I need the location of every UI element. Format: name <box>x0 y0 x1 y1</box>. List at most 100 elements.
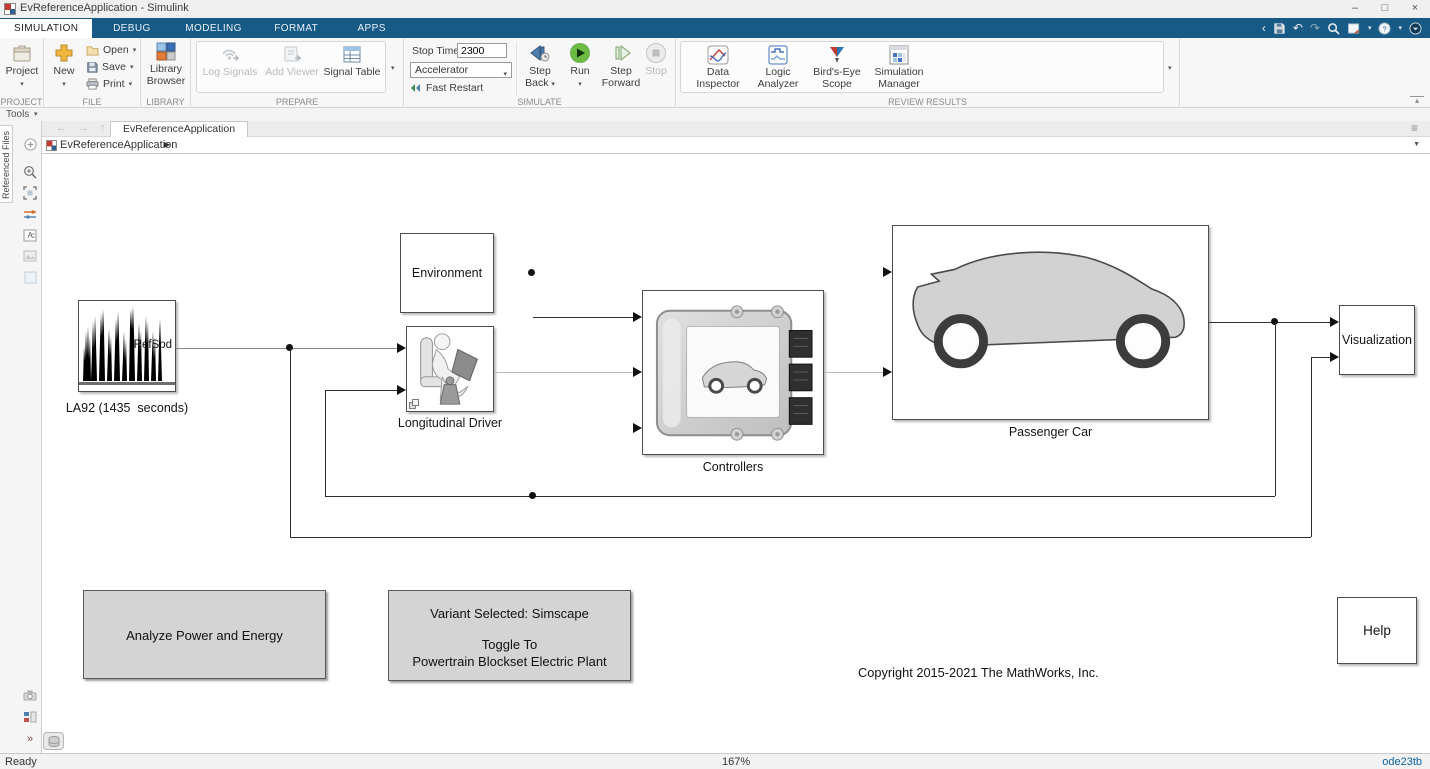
svg-text:?: ? <box>1383 24 1387 33</box>
qa-help-icon[interactable]: ? <box>1378 22 1391 35</box>
document-tab[interactable]: EvReferenceApplication <box>110 121 248 137</box>
status-solver[interactable]: ode23tb <box>1382 756 1422 768</box>
hide-explorer-bar-button[interactable] <box>21 135 39 153</box>
expand-tools-button[interactable]: » <box>21 730 39 748</box>
qa-undo-icon[interactable]: ↶ <box>1293 18 1303 38</box>
run-caret-icon: ▾ <box>578 81 582 88</box>
status-zoom[interactable]: 167% <box>722 756 750 768</box>
referenced-files-tab[interactable]: Referenced Files <box>0 125 13 203</box>
wire-refspd-feedback-v1 <box>290 348 291 537</box>
stop-button[interactable]: Stop <box>640 42 672 78</box>
group-label-file: FILE <box>44 97 140 107</box>
add-viewer-button[interactable]: Add Viewer <box>263 45 321 79</box>
annotation-tool-button[interactable]: A <box>21 226 39 244</box>
wire-car-feedback-h <box>325 496 1275 497</box>
tab-apps[interactable]: APPS <box>337 19 407 39</box>
drive-cycle-block[interactable]: RefSpd <box>78 300 176 392</box>
signal-table-button[interactable]: Signal Table <box>323 45 381 79</box>
controllers-block[interactable] <box>642 290 824 455</box>
circle-plus-icon <box>24 138 37 151</box>
passenger-car-block[interactable] <box>892 225 1209 420</box>
prepare-overflow-caret-icon[interactable]: ▾ <box>391 64 395 72</box>
simulation-mode-select[interactable]: Accelerator ▾ <box>410 62 512 78</box>
logic-analyzer-button[interactable]: Logic Analyzer <box>749 45 807 90</box>
qa-expand-left-icon[interactable]: ‹ <box>1262 18 1266 38</box>
save-button[interactable]: Save ▾ <box>86 61 133 73</box>
visualization-block[interactable]: Visualization <box>1339 305 1415 375</box>
svg-text:A: A <box>28 231 34 240</box>
step-forward-icon <box>610 42 632 64</box>
data-inspector-label: Data Inspector <box>696 66 739 90</box>
qa-new-window-icon[interactable] <box>1347 22 1361 35</box>
arrowhead <box>397 385 406 395</box>
wire-feedback-to-driver <box>325 390 397 391</box>
help-block[interactable]: Help <box>1337 597 1417 664</box>
environment-block[interactable]: Environment <box>400 233 494 313</box>
tab-debug[interactable]: DEBUG <box>97 19 167 39</box>
fast-restart-toggle[interactable]: Fast Restart <box>410 82 483 94</box>
step-back-button[interactable]: Step Back ▾ <box>520 42 560 90</box>
show-model-browser-button[interactable] <box>43 732 64 750</box>
chevrons-right-icon: » <box>27 733 33 745</box>
variant-line3: Powertrain Blockset Electric Plant <box>389 654 630 669</box>
controllers-label: Controllers <box>642 460 824 474</box>
model-browser-button[interactable] <box>21 708 39 726</box>
viewmark-button[interactable] <box>21 268 39 286</box>
step-forward-button[interactable]: Step Forward <box>600 42 642 89</box>
tab-modeling[interactable]: MODELING <box>171 19 256 39</box>
arrowhead <box>1330 352 1339 362</box>
qa-redo-icon[interactable]: ↷ <box>1310 18 1320 38</box>
group-label-prepare: PREPARE <box>191 97 403 107</box>
tools-label[interactable]: Tools <box>6 109 29 120</box>
tools-caret-icon[interactable]: ▾ <box>34 110 38 118</box>
data-inspector-icon <box>707 45 729 65</box>
analyze-power-energy-label: Analyze Power and Energy <box>126 628 283 643</box>
log-signals-button[interactable]: Log Signals <box>201 45 259 79</box>
birds-eye-scope-button[interactable]: Bird's-Eye Scope <box>808 45 866 90</box>
collapse-ribbon-icon[interactable]: ▴ <box>1410 96 1424 105</box>
project-icon <box>11 42 33 64</box>
stop-time-input[interactable] <box>457 43 507 58</box>
nav-back-icon[interactable]: ← <box>56 122 67 134</box>
review-overflow-caret-icon[interactable]: ▾ <box>1168 64 1172 72</box>
run-button[interactable]: Run ▾ <box>562 42 598 90</box>
qa-help-caret-icon[interactable]: ▾ <box>1398 24 1402 32</box>
zoom-tool-button[interactable] <box>21 163 39 181</box>
qa-new-window-caret-icon[interactable]: ▾ <box>1368 24 1372 32</box>
open-button[interactable]: Open ▾ <box>86 44 136 56</box>
arrowhead <box>397 343 406 353</box>
qa-community-icon[interactable] <box>1409 22 1422 35</box>
image-tool-button[interactable] <box>21 247 39 265</box>
minimize-icon[interactable]: – <box>1340 0 1370 18</box>
arrowhead <box>1330 317 1339 327</box>
fit-to-view-button[interactable] <box>21 184 39 202</box>
breadcrumb[interactable]: EvReferenceApplication <box>60 139 177 151</box>
tab-list-menu-icon[interactable]: ≡ <box>1411 121 1418 135</box>
qa-search-icon[interactable] <box>1327 22 1340 35</box>
compare-signals-button[interactable] <box>21 205 39 223</box>
simulink-window: EvReferenceApplication - Simulink – □ × … <box>0 0 1430 769</box>
breadcrumb-dropdown-icon[interactable]: ▼ <box>1413 141 1420 148</box>
nav-up-icon[interactable]: ↑ <box>100 122 106 134</box>
model-canvas[interactable]: RefSpd LA92 (1435 seconds) Environment L… <box>42 154 1430 753</box>
data-inspector-button[interactable]: Data Inspector <box>689 45 747 90</box>
project-button[interactable]: Project ▾ <box>3 42 41 90</box>
qa-save-icon[interactable] <box>1273 22 1286 35</box>
environment-branch-dot <box>528 269 535 276</box>
simulation-manager-button[interactable]: Simulation Manager <box>868 45 930 90</box>
print-button[interactable]: Print ▾ <box>86 78 132 90</box>
variant-toggle-button[interactable]: Variant Selected: Simscape Toggle To Pow… <box>388 590 631 681</box>
close-icon[interactable]: × <box>1400 0 1430 18</box>
nav-forward-icon[interactable]: → <box>78 122 89 134</box>
ribbon-group-prepare: Log Signals Add Viewer Signal Table ▾ PR… <box>191 38 404 108</box>
screenshot-button[interactable] <box>21 686 39 704</box>
library-browser-button[interactable]: Library Browser <box>143 42 189 87</box>
maximize-icon[interactable]: □ <box>1370 0 1400 18</box>
analyze-power-energy-button[interactable]: Analyze Power and Energy <box>83 590 326 679</box>
arrowhead <box>633 367 642 377</box>
tab-format[interactable]: FORMAT <box>260 19 332 39</box>
longitudinal-driver-block[interactable] <box>406 326 494 412</box>
tab-simulation[interactable]: SIMULATION <box>0 19 92 39</box>
new-caret-icon: ▾ <box>62 81 66 88</box>
new-button[interactable]: New ▾ <box>46 42 82 90</box>
